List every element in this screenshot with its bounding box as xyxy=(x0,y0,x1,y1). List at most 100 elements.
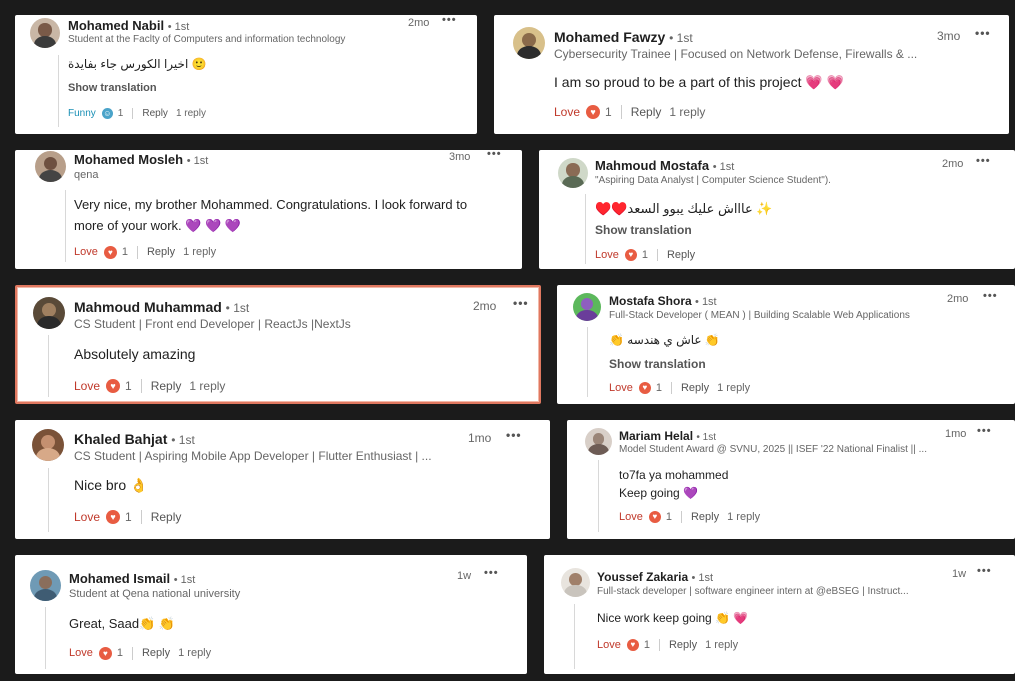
reaction-label[interactable]: Love xyxy=(609,382,633,394)
reply-button[interactable]: Reply xyxy=(142,108,168,119)
more-options-icon[interactable]: ••• xyxy=(506,428,522,442)
reply-button[interactable]: Reply xyxy=(631,105,662,119)
reaction-label[interactable]: Love xyxy=(74,379,100,393)
reply-count[interactable]: 1 reply xyxy=(183,246,216,258)
reply-count[interactable]: 1 reply xyxy=(176,108,206,119)
more-options-icon[interactable]: ••• xyxy=(976,155,991,167)
comment-text: I am so proud to be a part of this proje… xyxy=(554,74,845,90)
avatar[interactable] xyxy=(558,158,588,188)
reaction-count[interactable]: 1 xyxy=(656,382,662,394)
divider xyxy=(620,105,622,119)
reply-button[interactable]: Reply xyxy=(667,249,695,261)
connection-degree: • 1st xyxy=(186,155,209,167)
author-name[interactable]: Youssef Zakaria • 1st xyxy=(597,570,713,584)
reply-count[interactable]: 1 reply xyxy=(178,647,211,659)
more-options-icon[interactable]: ••• xyxy=(513,296,529,310)
comment-card: Mohamed Fawzy • 1st Cybersecurity Traine… xyxy=(494,15,1009,134)
reaction-count[interactable]: 1 xyxy=(122,246,128,258)
connection-degree: • 1st xyxy=(167,21,190,33)
reply-button[interactable]: Reply xyxy=(669,639,697,651)
divider xyxy=(131,646,133,660)
reaction-count[interactable]: 1 xyxy=(117,647,123,659)
more-options-icon[interactable]: ••• xyxy=(977,565,992,577)
author-name[interactable]: Khaled Bahjat • 1st xyxy=(74,431,195,447)
avatar[interactable] xyxy=(30,570,61,601)
connection-degree: • 1st xyxy=(695,296,717,308)
reaction-label[interactable]: Love xyxy=(74,246,98,258)
timestamp: 1mo xyxy=(468,431,492,445)
reply-button[interactable]: Reply xyxy=(151,379,182,393)
timestamp: 1w xyxy=(952,568,967,580)
comment-text: Great, Saad👏 👏 xyxy=(69,616,176,631)
avatar[interactable] xyxy=(30,18,60,48)
love-reaction-icon: ♥ xyxy=(638,382,651,394)
avatar[interactable] xyxy=(35,151,66,182)
thread-line xyxy=(48,335,49,397)
avatar[interactable] xyxy=(585,428,612,455)
love-reaction-icon: ♥ xyxy=(626,639,639,651)
show-translation-link[interactable]: Show translation xyxy=(68,82,157,94)
comment-text: 👏 عاش ي هندسه 👏 xyxy=(609,333,720,347)
author-name[interactable]: Mariam Helal • 1st xyxy=(619,429,716,443)
divider xyxy=(136,245,138,259)
reaction-count[interactable]: 1 xyxy=(605,105,612,119)
divider xyxy=(656,249,658,261)
show-translation-link[interactable]: Show translation xyxy=(595,223,692,237)
author-name[interactable]: Mostafa Shora • 1st xyxy=(609,294,717,308)
reaction-count[interactable]: 1 xyxy=(118,108,124,119)
reaction-label[interactable]: Love xyxy=(597,639,621,651)
reply-count[interactable]: 1 reply xyxy=(669,105,705,119)
thread-line xyxy=(65,190,66,262)
comment-card: Youssef Zakaria • 1st Full-stack develop… xyxy=(544,555,1015,674)
author-name[interactable]: Mohamed Fawzy • 1st xyxy=(554,29,693,45)
love-reaction-icon: ♥ xyxy=(106,379,121,393)
reply-count[interactable]: 1 reply xyxy=(189,379,225,393)
reaction-label[interactable]: Love xyxy=(595,249,619,261)
more-options-icon[interactable]: ••• xyxy=(983,290,998,302)
author-name[interactable]: Mahmoud Mostafa • 1st xyxy=(595,158,734,173)
reaction-count[interactable]: 1 xyxy=(666,511,672,523)
comment-text: to7fa ya mohammed Keep going 💜 xyxy=(619,468,729,500)
author-headline: Student at Qena national university xyxy=(69,588,241,600)
show-translation-link[interactable]: Show translation xyxy=(609,357,706,371)
avatar[interactable] xyxy=(32,429,64,461)
reaction-count[interactable]: 1 xyxy=(125,379,132,393)
comment-text: Nice bro 👌 xyxy=(74,477,148,493)
reply-button[interactable]: Reply xyxy=(681,382,709,394)
more-options-icon[interactable]: ••• xyxy=(484,567,499,579)
author-name[interactable]: Mohamed Ismail • 1st xyxy=(69,571,195,586)
timestamp: 2mo xyxy=(947,293,969,305)
comment-actions: Love ♥ 1 Reply 1 reply xyxy=(69,646,211,660)
reaction-count[interactable]: 1 xyxy=(644,639,650,651)
comment-actions: Love ♥ 1 Reply 1 reply xyxy=(554,104,705,120)
reply-button[interactable]: Reply xyxy=(691,511,719,523)
author-name[interactable]: Mohamed Mosleh • 1st xyxy=(74,152,208,167)
more-options-icon[interactable]: ••• xyxy=(487,150,502,160)
reaction-label[interactable]: Love xyxy=(619,511,643,523)
reply-count[interactable]: 1 reply xyxy=(727,511,760,523)
reply-button[interactable]: Reply xyxy=(147,246,175,258)
reply-count[interactable]: 1 reply xyxy=(705,639,738,651)
reaction-label[interactable]: Love xyxy=(74,510,100,524)
reply-count[interactable]: 1 reply xyxy=(717,382,750,394)
more-options-icon[interactable]: ••• xyxy=(977,425,992,437)
reaction-label[interactable]: Funny xyxy=(68,108,96,119)
divider xyxy=(140,379,142,393)
avatar[interactable] xyxy=(513,27,545,59)
reaction-count[interactable]: 1 xyxy=(125,510,132,524)
more-options-icon[interactable]: ••• xyxy=(442,15,457,26)
love-reaction-icon: ♥ xyxy=(624,249,637,261)
more-options-icon[interactable]: ••• xyxy=(975,26,991,40)
reaction-count[interactable]: 1 xyxy=(642,249,648,261)
reply-button[interactable]: Reply xyxy=(142,647,170,659)
author-name[interactable]: Mohamed Nabil • 1st xyxy=(68,18,189,33)
reaction-label[interactable]: Love xyxy=(554,105,580,119)
reaction-label[interactable]: Love xyxy=(69,647,93,659)
author-name[interactable]: Mahmoud Muhammad • 1st xyxy=(74,299,249,315)
author-headline: Cybersecurity Trainee | Focused on Netwo… xyxy=(554,47,918,61)
reply-button[interactable]: Reply xyxy=(151,510,182,524)
avatar[interactable] xyxy=(33,297,65,329)
avatar[interactable] xyxy=(561,568,590,597)
author-headline: CS Student | Aspiring Mobile App Develop… xyxy=(74,449,432,463)
avatar[interactable] xyxy=(573,293,601,321)
